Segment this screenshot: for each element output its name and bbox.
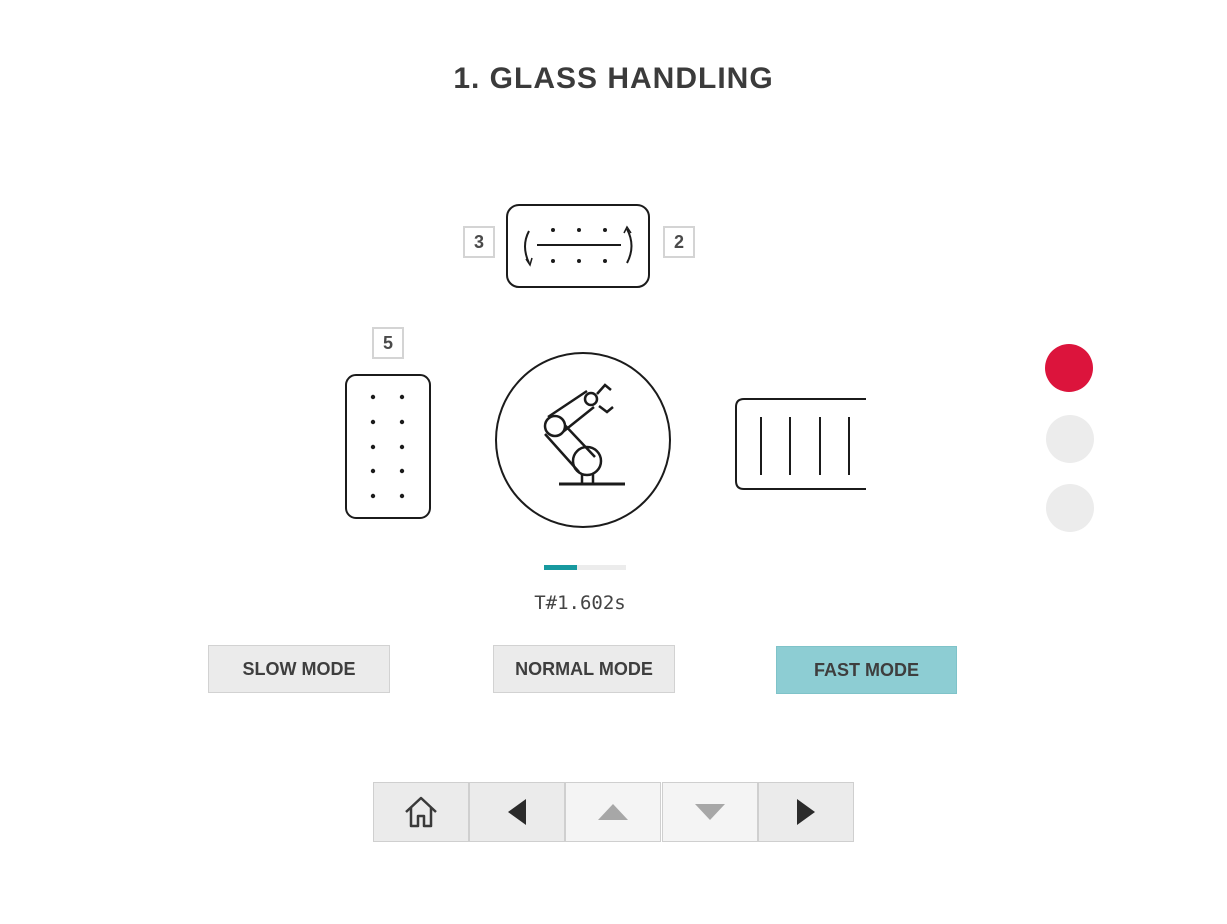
arrow-left-icon bbox=[508, 799, 526, 825]
page-title: 1. GLASS HANDLING bbox=[453, 62, 774, 95]
station-number-badge: 3 bbox=[463, 226, 495, 258]
cycle-progress-bar bbox=[544, 565, 626, 570]
status-light-red bbox=[1045, 344, 1093, 392]
slow-mode-button[interactable]: SLOW MODE bbox=[208, 645, 390, 693]
previous-button[interactable] bbox=[469, 782, 565, 842]
home-button[interactable] bbox=[373, 782, 469, 842]
status-light bbox=[1046, 415, 1094, 463]
conveyor-icon[interactable] bbox=[734, 397, 866, 491]
robot-arm-icon[interactable] bbox=[493, 350, 673, 530]
arrow-up-icon bbox=[598, 804, 628, 820]
home-icon bbox=[405, 796, 437, 828]
next-button[interactable] bbox=[758, 782, 854, 842]
status-light bbox=[1046, 484, 1094, 532]
rotating-table-icon[interactable] bbox=[505, 203, 652, 290]
arrow-right-icon bbox=[797, 799, 815, 825]
arrow-down-icon bbox=[695, 804, 725, 820]
normal-mode-button[interactable]: NORMAL MODE bbox=[493, 645, 675, 693]
scroll-down-button[interactable] bbox=[662, 782, 758, 842]
glass-rack-icon[interactable] bbox=[344, 373, 432, 520]
cycle-progress-fill bbox=[544, 565, 577, 570]
fast-mode-button[interactable]: FAST MODE bbox=[776, 646, 957, 694]
station-number-badge: 5 bbox=[372, 327, 404, 359]
station-number-badge: 2 bbox=[663, 226, 695, 258]
cycle-time-readout: T#1.602s bbox=[534, 592, 626, 614]
scroll-up-button[interactable] bbox=[565, 782, 661, 842]
